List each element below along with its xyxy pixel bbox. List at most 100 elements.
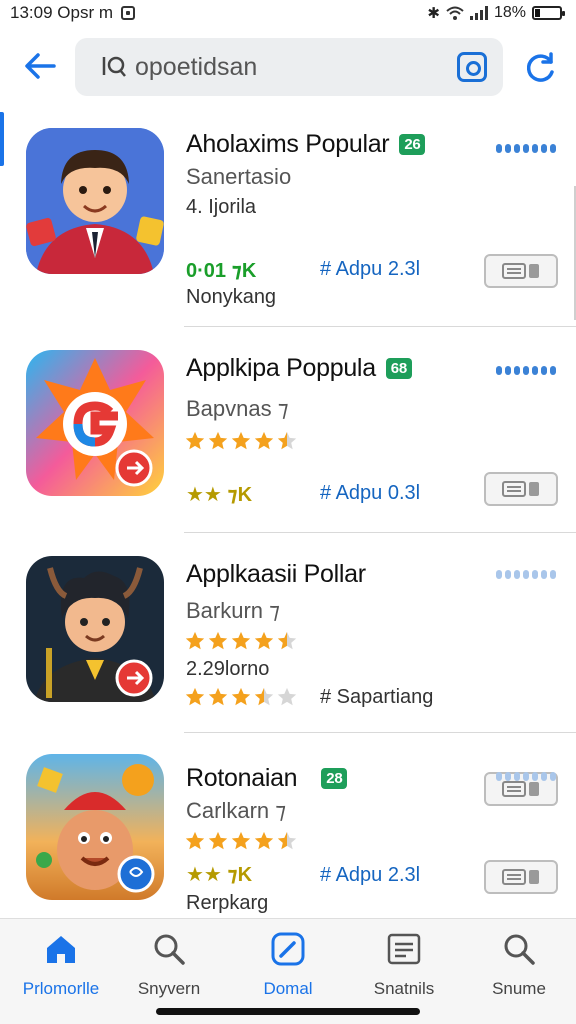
star-icon <box>277 687 297 706</box>
nav-item-list[interactable]: Snatnils <box>349 929 459 999</box>
app-info: 2.29lorno <box>186 658 270 680</box>
app-title: Rotonaian 28 <box>186 764 348 793</box>
app-info: 4. Ijorila <box>186 196 257 218</box>
back-arrow-icon <box>25 53 56 79</box>
star-icon <box>185 631 205 650</box>
search-icon <box>149 929 189 969</box>
nav-label: Snatnils <box>373 979 435 998</box>
doc-icon <box>502 869 539 885</box>
star-icon <box>185 431 205 450</box>
notification-icon <box>121 6 135 20</box>
star-icon <box>231 687 251 706</box>
app-icon <box>26 556 164 702</box>
star-icon <box>277 431 297 450</box>
app-stat: ★★ ⁊K <box>186 864 253 886</box>
divider <box>184 532 576 533</box>
bluetooth-icon: ✱ <box>427 5 440 22</box>
list-item[interactable]: Aholaxims Popular 26 Sanertasio 4. Ijoril… <box>0 108 576 308</box>
search-icon <box>99 52 129 82</box>
star-icon <box>185 687 205 706</box>
app-title-text: Rotonaian <box>186 764 298 792</box>
app-icon <box>26 754 164 900</box>
nav-label: Snume <box>492 979 546 998</box>
nav-label: Snyvern <box>137 979 201 998</box>
rating-stars <box>184 830 298 852</box>
app-title: Applkaasii Pollar <box>186 560 366 588</box>
nav-item-edit[interactable]: Domal <box>233 929 343 999</box>
app-badge: 26 <box>399 134 426 155</box>
signal-icon <box>469 6 488 20</box>
app-badge: 28 <box>321 768 348 789</box>
back-button[interactable] <box>20 48 60 84</box>
search-input[interactable] <box>135 52 457 82</box>
status-bar: 13:09 Opsr m ✱ 18% <box>0 0 576 26</box>
app-version: # Adpu 0.3l <box>320 482 421 504</box>
app-action-button[interactable] <box>484 472 558 506</box>
rating-stars <box>184 630 298 652</box>
app-category: # Sapartiang <box>320 686 434 708</box>
star-icon <box>254 431 274 450</box>
home-indicator[interactable] <box>156 1008 420 1015</box>
search-header <box>0 28 576 104</box>
edit-icon <box>268 929 308 969</box>
app-action-button[interactable] <box>484 860 558 894</box>
star-icon <box>277 631 297 650</box>
rating-stars-secondary <box>184 686 298 708</box>
status-time: 13:09 Opsr m <box>10 3 113 22</box>
app-icon <box>26 128 164 274</box>
divider <box>184 732 576 733</box>
app-subtitle: Carlkarn ⁊ <box>186 798 287 823</box>
app-stat: ★★ ⁊K <box>186 484 253 506</box>
app-title-text: Applkipa Poppula <box>186 354 376 382</box>
download-progress <box>496 366 556 375</box>
star-icon <box>231 831 251 850</box>
star-icon <box>208 631 228 650</box>
nav-label: Prlomorlle <box>22 979 100 998</box>
star-icon <box>208 431 228 450</box>
star-icon <box>208 687 228 706</box>
refresh-icon <box>526 52 554 82</box>
app-meta: Rerpkarg <box>186 892 269 914</box>
list-item[interactable]: Applkipa Poppula 68 Bapvnas ⁊ ★★ ⁊K # Adp… <box>0 332 576 532</box>
star-icon <box>254 687 274 706</box>
app-subtitle: Barkurn ⁊ <box>186 598 281 623</box>
app-subtitle: Bapvnas ⁊ <box>186 396 289 421</box>
wifi-icon <box>446 6 464 20</box>
star-icon <box>231 431 251 450</box>
app-action-button[interactable] <box>484 254 558 288</box>
list-item[interactable]: Applkaasii Pollar Barkurn ⁊ 2.29lorno # … <box>0 536 576 806</box>
app-icon <box>26 350 164 496</box>
list-item[interactable]: Rotonaian 28 Carlkarn ⁊ ★★ ⁊K Rerpkarg <box>0 736 576 1002</box>
refresh-button[interactable] <box>522 50 558 86</box>
app-title-text: Aholaxims Popular <box>186 130 390 158</box>
divider <box>184 326 576 327</box>
app-title: Applkipa Poppula 68 <box>186 354 412 383</box>
doc-icon <box>502 481 539 497</box>
app-title: Aholaxims Popular 26 <box>186 130 426 159</box>
star-icon <box>277 831 297 850</box>
star-icon <box>254 831 274 850</box>
app-meta: Nonykang <box>186 286 277 308</box>
rating-stars <box>184 430 298 452</box>
camera-search-button[interactable] <box>457 52 487 82</box>
nav-item-search[interactable]: Snyvern <box>114 929 224 999</box>
nav-item-home[interactable]: Prlomorlle <box>6 929 116 999</box>
app-version: # Adpu 2.3l <box>320 864 421 886</box>
list-icon <box>384 929 424 969</box>
search-bar[interactable] <box>75 38 503 96</box>
star-icon <box>208 831 228 850</box>
battery-icon <box>532 6 565 20</box>
app-badge: 68 <box>385 358 412 379</box>
download-progress <box>496 772 556 781</box>
download-progress <box>496 570 556 579</box>
app-stat: 0·01 ⁊K <box>186 260 257 282</box>
nav-item-search-alt[interactable]: Snume <box>464 929 574 999</box>
nav-label: Domal <box>263 979 313 998</box>
search-icon <box>499 929 539 969</box>
home-icon <box>41 929 81 969</box>
battery-percent: 18% <box>493 4 526 21</box>
app-subtitle: Sanertasio <box>186 164 292 189</box>
star-icon <box>254 631 274 650</box>
download-progress <box>496 144 556 153</box>
doc-icon <box>502 263 539 279</box>
